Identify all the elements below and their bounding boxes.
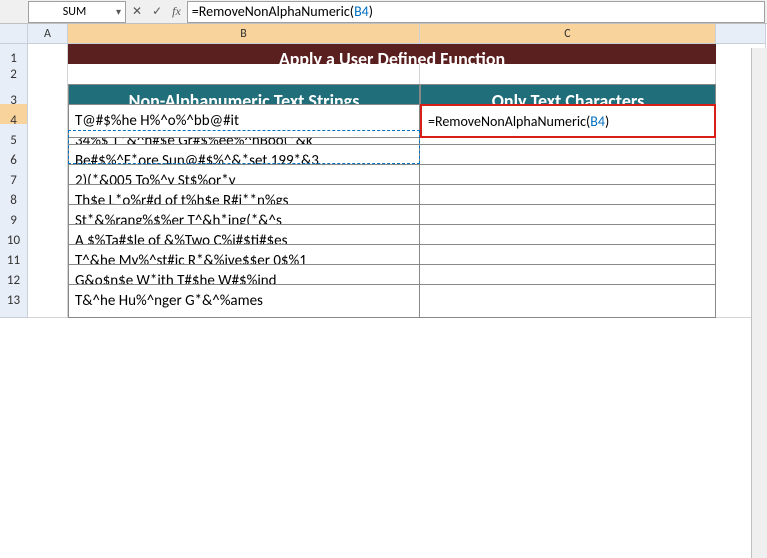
editing-prefix: =RemoveNonAlphaNumeric( <box>428 113 590 130</box>
row-header[interactable]: 13 <box>0 284 28 318</box>
confirm-icon[interactable]: ✓ <box>152 4 162 19</box>
cell[interactable] <box>420 64 716 86</box>
cell-c4-editing[interactable]: =RemoveNonAlphaNumeric(B4) <box>420 104 716 138</box>
cancel-icon[interactable]: ✕ <box>132 4 142 19</box>
cell[interactable] <box>68 64 420 86</box>
col-header-c[interactable]: C <box>420 24 716 44</box>
spreadsheet-grid: A B C 1 Apply a User Defined Function 2 … <box>0 24 767 304</box>
formula-bar: SUM ▾ ✕ ✓ fx =RemoveNonAlphaNumeric(B4) <box>0 0 767 24</box>
row-header[interactable]: 2 <box>0 64 28 86</box>
col-header-b[interactable]: B <box>68 24 420 44</box>
formula-cellref: B4 <box>354 3 369 20</box>
editing-suffix: ) <box>605 113 609 130</box>
table-cell[interactable]: T&^he Hu%^nger G*&^%ames <box>68 284 420 318</box>
chevron-down-icon[interactable]: ▾ <box>116 5 121 18</box>
cell[interactable] <box>28 284 68 318</box>
formula-input[interactable]: =RemoveNonAlphaNumeric(B4) <box>187 1 765 23</box>
col-header-a[interactable]: A <box>28 24 68 44</box>
select-all-corner[interactable] <box>0 24 28 44</box>
vertical-scrollbar[interactable] <box>751 48 767 558</box>
col-header-blank[interactable] <box>716 24 766 44</box>
formula-bar-buttons: ✕ ✓ fx <box>126 4 187 19</box>
formula-text-suffix: ) <box>369 3 373 20</box>
formula-text-prefix: =RemoveNonAlphaNumeric( <box>192 3 354 20</box>
name-box[interactable]: SUM ▾ <box>28 1 126 23</box>
fx-icon[interactable]: fx <box>172 4 181 19</box>
table-cell[interactable] <box>420 284 716 318</box>
cell-b4[interactable]: T@#$%he H%^o%^bb@#it <box>68 104 420 138</box>
editing-cellref: B4 <box>590 113 605 130</box>
name-box-value: SUM <box>33 5 116 19</box>
cell[interactable] <box>28 64 68 86</box>
